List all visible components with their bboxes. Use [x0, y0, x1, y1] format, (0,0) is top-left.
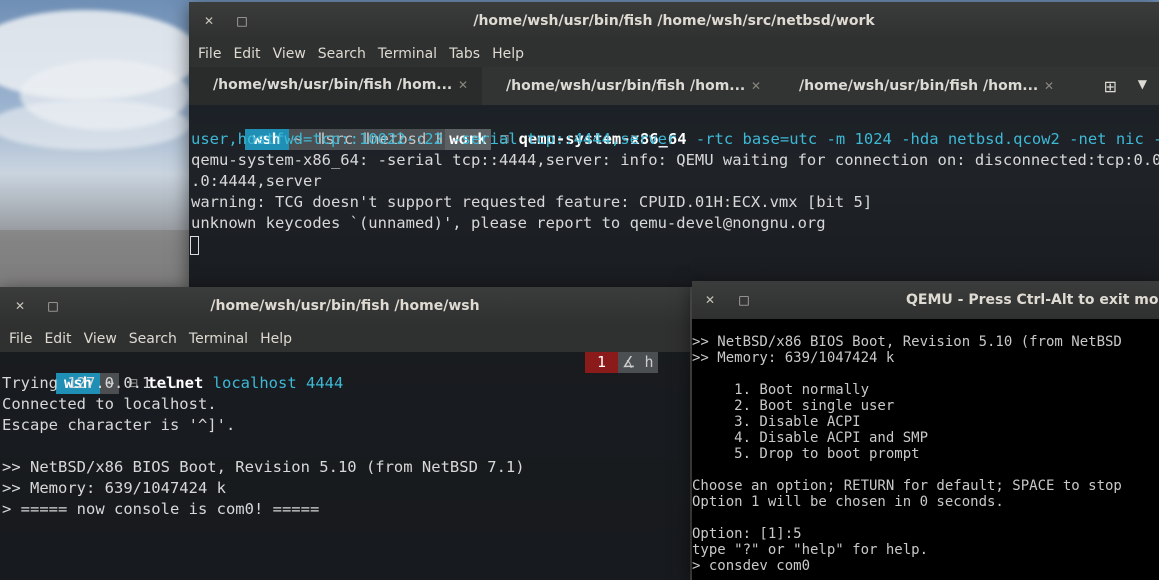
output-line: qemu-system-x86_64: -serial tcp::4444,se…: [191, 151, 1159, 169]
fish-small-window: /home/wsh/usr/bin/fish /home/wsh ✕ □ Fil…: [0, 287, 690, 580]
tab-label: /home/wsh/usr/bin/fish /hom...: [213, 77, 453, 93]
console-line: 4. Disable ACPI and SMP: [692, 430, 929, 446]
output-line: Escape character is '^]'.: [2, 416, 236, 434]
window-titlebar[interactable]: /home/wsh/usr/bin/fish /home/wsh/src/net…: [189, 2, 1159, 40]
close-icon[interactable]: ✕: [201, 13, 217, 29]
console-line: >> Memory: 639/1047424 k: [692, 350, 895, 366]
window-title: /home/wsh/usr/bin/fish /home/wsh: [210, 298, 480, 314]
cursor: [190, 236, 199, 255]
output-line: .0:4444,server: [191, 172, 322, 190]
close-icon[interactable]: ✕: [702, 292, 718, 308]
qemu-window: QEMU - Press Ctrl-Alt to exit mouse ✕ □ …: [692, 281, 1159, 580]
output-line: Trying 127.0.0.1...: [2, 374, 180, 392]
vm-console[interactable]: >> NetBSD/x86 BIOS Boot, Revision 5.10 (…: [692, 319, 1159, 580]
console-line: type "?" or "help" for help.: [692, 542, 929, 558]
new-tab-icon[interactable]: ⊞: [1104, 77, 1117, 96]
menu-search[interactable]: Search: [318, 46, 366, 62]
tab-bar: /home/wsh/usr/bin/fish /hom... ✕ /home/w…: [189, 67, 1159, 105]
menu-view[interactable]: View: [273, 46, 306, 62]
console-line: 1. Boot normally: [692, 382, 870, 398]
menu-terminal[interactable]: Terminal: [189, 331, 248, 347]
menu-terminal[interactable]: Terminal: [378, 46, 437, 62]
menu-tabs[interactable]: Tabs: [449, 46, 480, 62]
angle-icon: ∡ h: [618, 352, 658, 373]
tab-2[interactable]: /home/wsh/usr/bin/fish /hom... ✕: [482, 67, 775, 105]
menu-edit[interactable]: Edit: [233, 46, 260, 62]
console-line: 3. Disable ACPI: [692, 414, 861, 430]
tab-3[interactable]: /home/wsh/usr/bin/fish /hom... ✕: [775, 67, 1068, 105]
menu-bar: File Edit View Search Terminal Help: [0, 325, 690, 352]
menu-bar: File Edit View Search Terminal Tabs Help: [189, 40, 1159, 67]
menu-file[interactable]: File: [198, 46, 221, 62]
tab-label: /home/wsh/usr/bin/fish /hom...: [799, 78, 1039, 94]
console-line: Choose an option; RETURN for default; SP…: [692, 478, 1122, 494]
output-line: >> Memory: 639/1047424 k: [2, 479, 226, 497]
menu-search[interactable]: Search: [129, 331, 177, 347]
exit-status: 1: [585, 352, 619, 373]
menu-view[interactable]: View: [84, 331, 117, 347]
close-tab-icon[interactable]: ✕: [751, 79, 761, 93]
output-line: unknown keycodes `(unnamed)', please rep…: [191, 214, 826, 232]
fish-main-window: /home/wsh/usr/bin/fish /home/wsh/src/net…: [189, 2, 1159, 287]
terminal-area[interactable]: wsh ~ Ⅱsrc Ⅱnetbsd Ⅱwork ⊟ qemu-system-x8…: [189, 105, 1159, 287]
window-titlebar[interactable]: QEMU - Press Ctrl-Alt to exit mouse: [692, 281, 1159, 319]
close-tab-icon[interactable]: ✕: [1044, 79, 1054, 93]
console-line: 2. Boot single user: [692, 398, 895, 414]
menu-file[interactable]: File: [9, 331, 32, 347]
close-icon[interactable]: ✕: [12, 298, 28, 314]
console-line: >> NetBSD/x86 BIOS Boot, Revision 5.10 (…: [692, 334, 1122, 350]
console-line: Option 1 will be chosen in 0 seconds.: [692, 494, 1004, 510]
close-tab-icon[interactable]: ✕: [458, 78, 468, 92]
status-badge: 1 ∡ h: [585, 352, 658, 373]
maximize-icon[interactable]: □: [234, 13, 250, 29]
command-args: localhost 4444: [203, 374, 344, 392]
maximize-icon[interactable]: □: [736, 292, 752, 308]
output-line: Connected to localhost.: [2, 395, 217, 413]
tab-1[interactable]: /home/wsh/usr/bin/fish /hom... ✕: [189, 67, 482, 105]
window-title: /home/wsh/usr/bin/fish /home/wsh/src/net…: [473, 13, 875, 29]
tab-label: /home/wsh/usr/bin/fish /hom...: [506, 78, 746, 94]
console-line: > consdev com0: [692, 558, 811, 574]
menu-help[interactable]: Help: [492, 46, 524, 62]
command-args-cont: user,hostfwd=tcp::10022-:22 -serial tcp:…: [191, 130, 677, 148]
terminal-area[interactable]: wsh ~ ⊟ telnet localhost 4444 1 ∡ h Trying…: [0, 352, 690, 580]
chevron-down-icon[interactable]: ▼: [1138, 77, 1147, 91]
output-line: >> NetBSD/x86 BIOS Boot, Revision 5.10 (…: [2, 458, 525, 476]
window-title: QEMU - Press Ctrl-Alt to exit mouse: [906, 292, 1159, 308]
console-line: 5. Drop to boot prompt: [692, 446, 920, 462]
window-titlebar[interactable]: /home/wsh/usr/bin/fish /home/wsh: [0, 287, 690, 325]
output-line: warning: TCG doesn't support requested f…: [191, 193, 873, 211]
console-line: Option: [1]:5: [692, 526, 802, 542]
menu-edit[interactable]: Edit: [44, 331, 71, 347]
command-args: -rtc base=utc -m 1024 -hda netbsd.qcow2 …: [686, 130, 1159, 148]
output-line: > ===== now console is com0! =====: [2, 500, 320, 518]
maximize-icon[interactable]: □: [45, 298, 61, 314]
menu-help[interactable]: Help: [260, 331, 292, 347]
